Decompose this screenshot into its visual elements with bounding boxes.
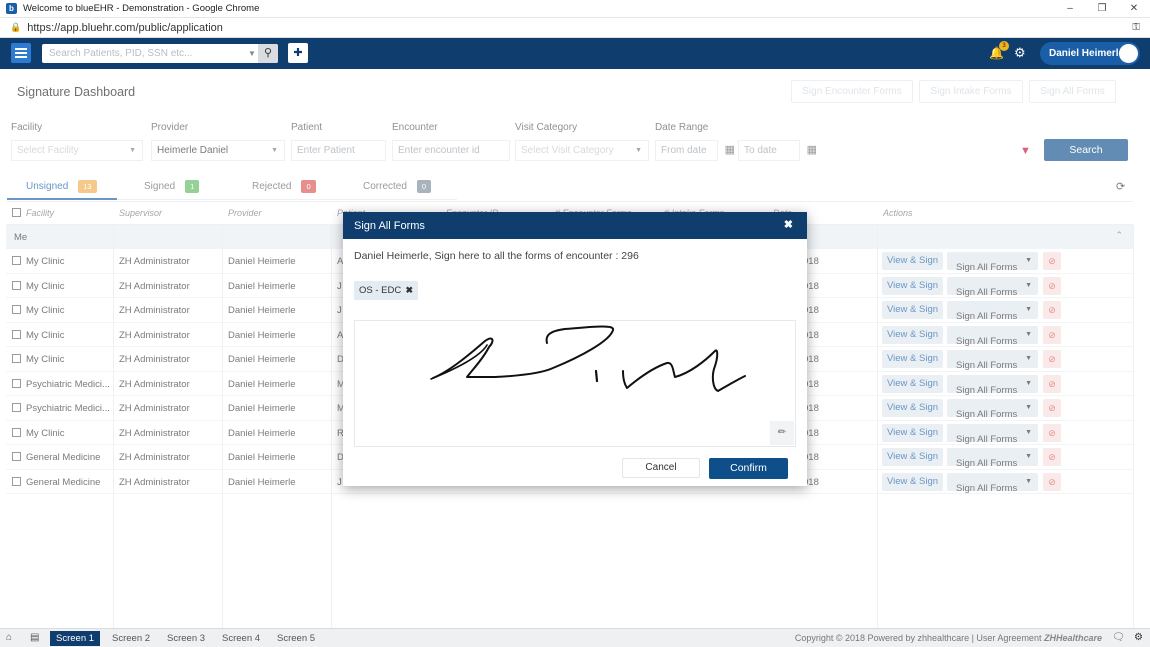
lock-icon: 🔒 <box>10 22 22 32</box>
footer-bar: ⌂ ▤ Screen 1 Screen 2 Screen 3 Screen 4 … <box>0 628 1150 647</box>
keyboard-icon[interactable]: ▤ <box>30 632 39 643</box>
browser-titlebar: b Welcome to blueEHR - Demonstration - G… <box>0 0 1150 18</box>
zh-logo: ZHHealthcare <box>1043 633 1102 643</box>
maximize-icon[interactable]: ❐ <box>1086 0 1118 18</box>
chip-label: OS - EDC <box>359 285 402 296</box>
add-patient-icon[interactable]: ✚ <box>288 43 308 63</box>
eraser-icon[interactable]: ✏ <box>770 421 794 445</box>
chat-icon[interactable]: 🗨 <box>1112 632 1125 643</box>
url-text[interactable]: https://app.bluehr.com/public/applicatio… <box>27 22 223 34</box>
copyright-text: Copyright © 2018 Powered by zhhealthcare… <box>795 633 1102 643</box>
screen-tab-4[interactable]: Screen 4 <box>216 631 266 646</box>
search-icon[interactable]: ⚲ <box>258 44 278 63</box>
menu-icon[interactable] <box>11 43 31 63</box>
app-header: ▼ ⚲ ✚ 🔔 3 ⚙ Daniel Heimerle <box>0 38 1150 69</box>
remove-chip-icon[interactable]: ✖ <box>405 281 413 300</box>
minimize-icon[interactable]: – <box>1054 0 1086 18</box>
notification-badge: 3 <box>999 41 1009 51</box>
avatar <box>1119 44 1138 63</box>
screen-tab-5[interactable]: Screen 5 <box>271 631 321 646</box>
screen-tab-2[interactable]: Screen 2 <box>106 631 156 646</box>
window-title: Welcome to blueEHR - Demonstration - Goo… <box>23 3 260 14</box>
address-bar[interactable]: 🔒 https://app.bluehr.com/public/applicat… <box>0 18 1150 38</box>
gear-icon[interactable]: ⚙ <box>1014 45 1026 61</box>
screen-tab-1[interactable]: Screen 1 <box>50 631 101 646</box>
chevron-down-icon[interactable]: ▼ <box>246 49 258 58</box>
patient-search-input[interactable] <box>42 45 246 62</box>
signature-pad[interactable]: ✏ <box>354 320 796 447</box>
copyright-label: Copyright © 2018 Powered by zhhealthcare… <box>794 633 1042 643</box>
settings-icon[interactable]: ⚙ <box>1134 632 1143 643</box>
dialog-header: Sign All Forms ✖ <box>343 212 807 239</box>
user-menu[interactable]: Daniel Heimerle <box>1040 42 1140 65</box>
cancel-button[interactable]: Cancel <box>622 458 700 478</box>
window-controls: – ❐ ✕ <box>1054 0 1150 18</box>
dialog-message: Daniel Heimerle, Sign here to all the fo… <box>354 250 639 262</box>
bluehr-logo-icon: b <box>6 3 17 14</box>
sign-all-forms-dialog: Sign All Forms ✖ Daniel Heimerle, Sign h… <box>343 212 807 486</box>
signature-drawing <box>430 325 746 392</box>
dialog-title: Sign All Forms <box>354 220 425 232</box>
close-icon[interactable]: ✖ <box>784 218 793 231</box>
user-name: Daniel Heimerle <box>1049 48 1125 59</box>
home-icon[interactable]: ⌂ <box>6 632 12 643</box>
confirm-button[interactable]: Confirm <box>709 458 788 479</box>
key-icon[interactable]: ⚿ <box>1132 22 1140 33</box>
screen-tab-3[interactable]: Screen 3 <box>161 631 211 646</box>
close-icon[interactable]: ✕ <box>1118 0 1150 18</box>
patient-search-box: ▼ ⚲ <box>42 44 278 63</box>
bell-icon[interactable]: 🔔 3 <box>989 41 1009 60</box>
form-chip: OS - EDC ✖ <box>354 281 418 300</box>
